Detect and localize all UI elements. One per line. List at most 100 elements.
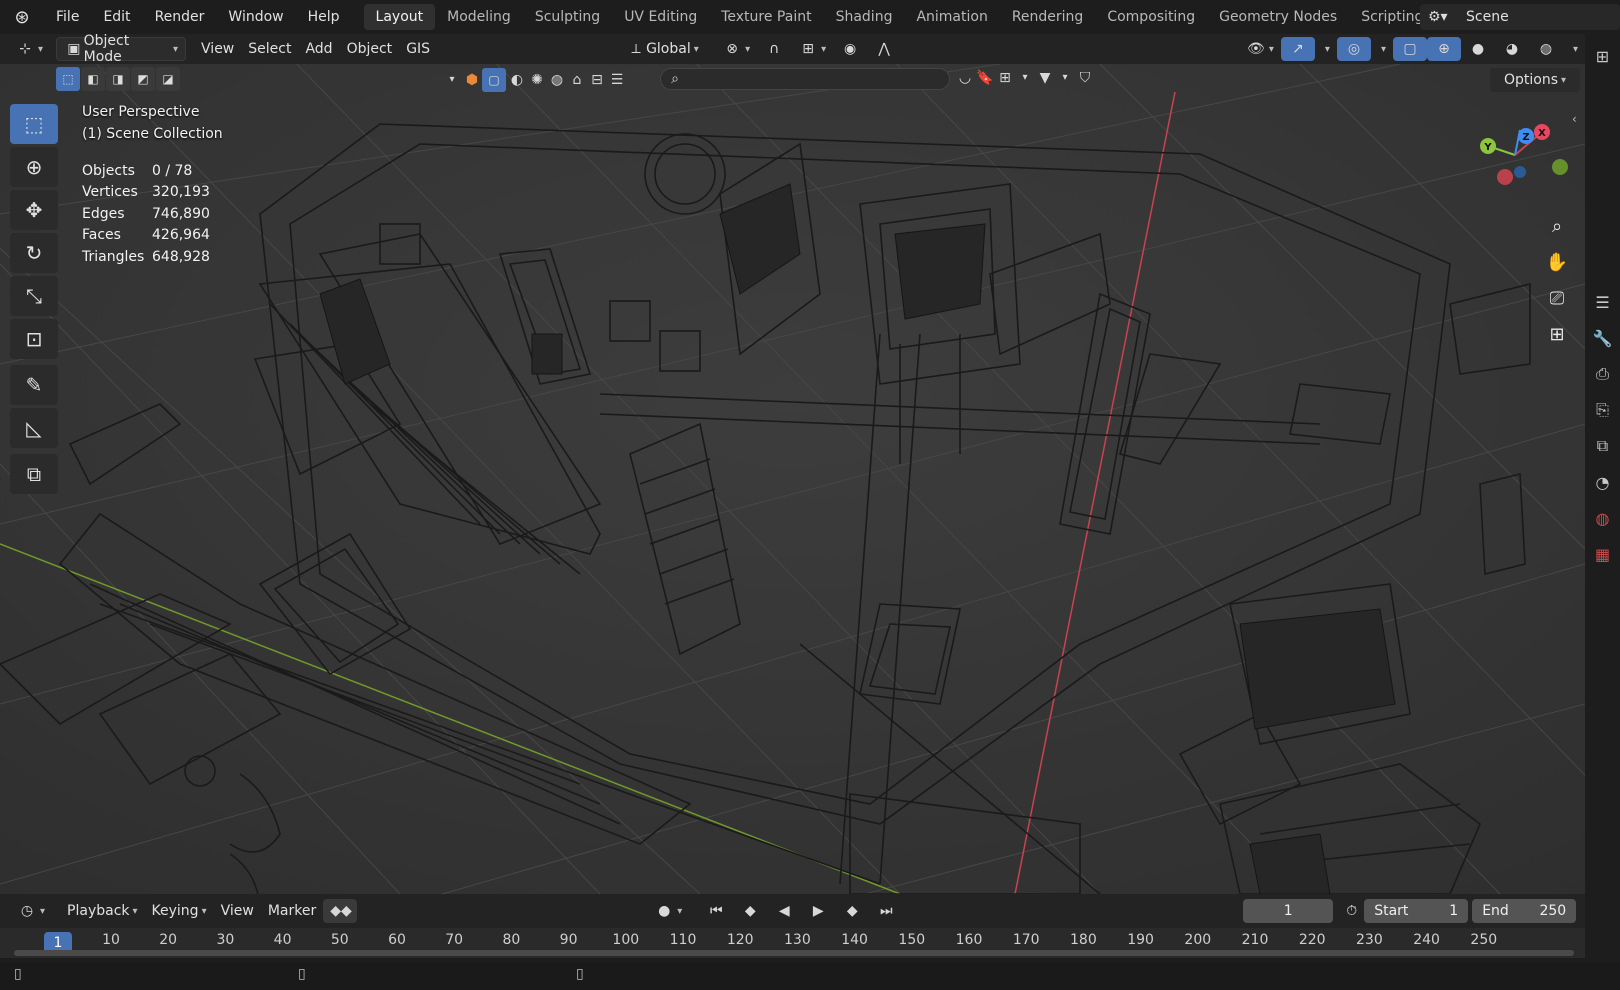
menu-marker[interactable]: Marker [261, 899, 323, 923]
sidebar-toggle-icon[interactable]: ‹ [1572, 112, 1577, 126]
visibility-button[interactable]: 👁 ▾ [1239, 37, 1281, 61]
scene-selector[interactable]: ⚙▾ Scene [1420, 4, 1620, 30]
chevron-down-icon[interactable]: ▾ [1015, 68, 1035, 88]
color-hex-icon[interactable]: ⬢ [462, 70, 482, 90]
filter-empties-icon[interactable]: ⊟ [587, 70, 607, 90]
keyframe-nav-button[interactable]: ◆◆ [323, 899, 358, 923]
proportional-edit-toggle[interactable]: ◉ [833, 37, 867, 61]
tab-rendering[interactable]: Rendering [1000, 4, 1096, 30]
menu-window[interactable]: Window [216, 0, 295, 34]
tab-sculpting[interactable]: Sculpting [523, 4, 612, 30]
filter-other-icon[interactable]: ☰ [607, 70, 627, 90]
falloff-button[interactable]: ⋀ [867, 37, 901, 61]
view-layer-icon[interactable]: ⧉ [1585, 428, 1620, 464]
stopwatch-icon[interactable]: ⏱ [1339, 899, 1364, 923]
menu-select[interactable]: Select [241, 37, 298, 61]
tab-texture-paint[interactable]: Texture Paint [709, 4, 823, 30]
filter-funnel-icon[interactable]: ▼ [1035, 68, 1055, 88]
end-frame-field[interactable]: End 250 [1472, 899, 1577, 923]
play-reverse-button[interactable]: ◀ [767, 899, 801, 923]
add-cube-tool-icon[interactable]: ⧉ [10, 454, 58, 494]
filter-cameras-icon[interactable]: ⌂ [567, 70, 587, 90]
jump-start-button[interactable]: ⏮ [699, 899, 733, 923]
options-dropdown[interactable]: Options ▾ [1490, 68, 1580, 92]
ortho-grid-icon[interactable]: ⊞ [1540, 317, 1574, 351]
snap-toggle[interactable]: ∩ [757, 37, 791, 61]
select-new-icon[interactable]: ⬚ [56, 67, 80, 91]
mode-dropdown[interactable]: ▣ Object Mode ▾ [56, 33, 187, 65]
select-invert-icon[interactable]: ◩ [131, 67, 155, 91]
3d-viewport[interactable]: User Perspective (1) Scene Collection Ob… [0, 64, 1585, 894]
cursor-tool-icon[interactable]: ⊕ [10, 147, 58, 187]
pivot-point-button[interactable]: ⊗ ▾ [715, 37, 757, 61]
scale-tool-icon[interactable]: ⤡ [10, 276, 58, 316]
tab-compositing[interactable]: Compositing [1095, 4, 1207, 30]
navigation-gizmo[interactable]: X Y Z [1460, 110, 1570, 200]
transform-tool-icon[interactable]: ⊡ [10, 319, 58, 359]
display-mode-icon[interactable]: ⊞ [995, 68, 1015, 88]
timeline-scrollbar[interactable] [14, 950, 1574, 956]
shading-dropdown[interactable]: ▾ [1563, 37, 1585, 61]
shading-solid-button[interactable]: ● [1461, 37, 1495, 61]
start-frame-field[interactable]: Start 1 [1364, 899, 1469, 923]
auto-keying-toggle[interactable]: ● ▾ [647, 899, 689, 923]
filter-objects-icon[interactable]: ▢ [482, 68, 506, 92]
timeline-editor-type[interactable]: ◷ ▾ [10, 899, 52, 923]
tab-layout[interactable]: Layout [363, 4, 436, 30]
pan-hand-icon[interactable]: ✋ [1540, 245, 1574, 279]
tab-shading[interactable]: Shading [824, 4, 905, 30]
properties-toggle-icon[interactable]: ☰ [1585, 284, 1620, 320]
menu-render[interactable]: Render [143, 0, 217, 34]
filter-world-icon[interactable]: ◍ [547, 70, 567, 90]
menu-add[interactable]: Add [298, 37, 339, 61]
gizmo-toggle[interactable]: ↗ [1280, 37, 1315, 61]
gizmo-dropdown[interactable]: ▾ [1315, 37, 1337, 61]
tab-modeling[interactable]: Modeling [435, 4, 523, 30]
menu-timeline-view[interactable]: View [214, 899, 261, 923]
menu-gis[interactable]: GIS [399, 37, 437, 61]
tab-geometry-nodes[interactable]: Geometry Nodes [1207, 4, 1349, 30]
search-input[interactable]: ⌕ [660, 68, 950, 90]
tool-properties-icon[interactable]: 🔧 [1585, 320, 1620, 356]
measure-tool-icon[interactable]: ◺ [10, 408, 58, 448]
play-button[interactable]: ▶ [801, 899, 835, 923]
menu-file[interactable]: File [44, 0, 91, 34]
world-properties-icon[interactable]: ◍ [1585, 500, 1620, 536]
menu-object[interactable]: Object [340, 37, 400, 61]
scene-properties-icon[interactable]: ◔ [1585, 464, 1620, 500]
move-tool-icon[interactable]: ✥ [10, 190, 58, 230]
filter-lights-icon[interactable]: ✺ [527, 70, 547, 90]
tab-animation[interactable]: Animation [904, 4, 999, 30]
transform-orientation-dropdown[interactable]: ⟂ Global ▾ [619, 37, 715, 61]
current-frame-field[interactable]: 1 [1243, 899, 1334, 923]
blender-logo-icon[interactable]: ⊛ [0, 0, 44, 34]
select-box-tool-icon[interactable]: ⬚ [10, 104, 58, 144]
select-extend-icon[interactable]: ◧ [81, 67, 105, 91]
menu-help[interactable]: Help [296, 0, 352, 34]
jump-end-button[interactable]: ⏭ [869, 899, 903, 923]
overlays-toggle[interactable]: ◎ [1336, 37, 1371, 61]
annotate-tool-icon[interactable]: ✎ [10, 365, 58, 405]
shading-material-button[interactable]: ◕ [1495, 37, 1529, 61]
shading-rendered-button[interactable]: ◍ [1529, 37, 1563, 61]
rotate-tool-icon[interactable]: ↻ [10, 233, 58, 273]
chevron-down-icon[interactable]: ▾ [1055, 68, 1075, 88]
chevron-down-icon[interactable]: ▾ [442, 70, 462, 90]
shield-icon[interactable]: ⛉ [1075, 68, 1095, 88]
xray-toggle[interactable]: ▢ [1392, 37, 1427, 61]
menu-playback[interactable]: Playback ▾ [60, 899, 145, 923]
editor-type-button[interactable]: ⊹ ▾ [8, 37, 50, 61]
curve-icon[interactable]: ◡ [955, 68, 975, 88]
menu-edit[interactable]: Edit [91, 0, 142, 34]
filter-meshes-icon[interactable]: ◐ [507, 70, 527, 90]
texture-properties-icon[interactable]: ▦ [1585, 536, 1620, 572]
shading-wireframe-button[interactable]: ⊕ [1426, 37, 1461, 61]
bookmark-icon[interactable]: 🔖 [975, 68, 995, 88]
render-properties-icon[interactable]: ⎙ [1585, 356, 1620, 392]
outliner-icon[interactable]: ⊞ [1585, 38, 1620, 74]
snap-target-button[interactable]: ⊞ ▾ [791, 37, 833, 61]
menu-view[interactable]: View [194, 37, 241, 61]
tab-uv-editing[interactable]: UV Editing [612, 4, 709, 30]
prev-keyframe-button[interactable]: ◆ [733, 899, 767, 923]
select-subtract-icon[interactable]: ◨ [106, 67, 130, 91]
